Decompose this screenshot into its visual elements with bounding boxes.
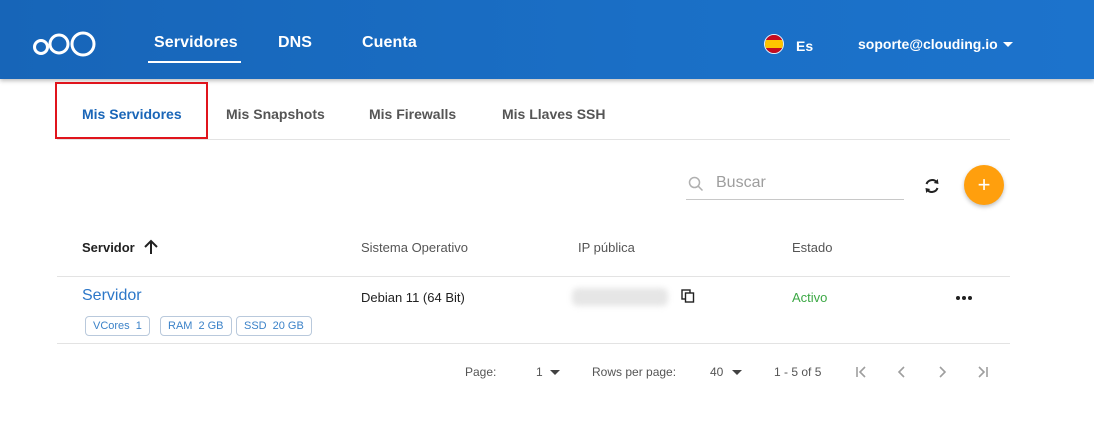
tab-mis-llaves-ssh[interactable]: Mis Llaves SSH — [502, 106, 606, 122]
column-header-ip-publica[interactable]: IP pública — [578, 240, 635, 255]
more-horizontal-icon[interactable] — [955, 295, 973, 301]
add-server-button[interactable]: + — [964, 165, 1004, 205]
search-input[interactable] — [716, 168, 901, 198]
page-label: Page: — [465, 365, 497, 379]
rows-per-page-select[interactable]: 40 — [710, 365, 723, 379]
account-menu[interactable]: soporte@clouding.io — [858, 36, 998, 52]
tabs-divider — [57, 139, 1010, 140]
column-header-servidor[interactable]: Servidor — [82, 240, 135, 255]
refresh-icon[interactable] — [922, 176, 942, 196]
ip-address-redacted — [572, 288, 668, 306]
rows-per-page-label: Rows per page: — [592, 365, 677, 379]
nav-cuenta[interactable]: Cuenta — [362, 34, 417, 52]
column-header-estado[interactable]: Estado — [792, 240, 832, 255]
rows-per-page-caret-icon[interactable] — [732, 370, 742, 375]
copy-icon[interactable] — [681, 289, 695, 303]
logo-icon[interactable] — [33, 28, 99, 60]
last-page-icon[interactable] — [973, 363, 991, 381]
top-app-bar: Servidores DNS Cuenta Es soporte@cloudin… — [0, 0, 1094, 79]
spec-chip-vcores: VCores 1 — [85, 316, 150, 336]
arrow-up-icon[interactable] — [142, 238, 160, 256]
status-badge: Activo — [792, 290, 828, 305]
spec-chip-ram: RAM 2 GB — [160, 316, 232, 336]
tab-highlight-box — [55, 82, 208, 139]
plus-icon: + — [977, 172, 991, 197]
prev-page-icon[interactable] — [893, 363, 911, 381]
spain-flag-icon[interactable] — [764, 34, 784, 54]
server-name-link[interactable]: Servidor — [82, 287, 142, 305]
first-page-icon[interactable] — [853, 363, 871, 381]
nav-dns[interactable]: DNS — [278, 34, 312, 52]
page-select[interactable]: 1 — [536, 365, 543, 379]
spec-chip-ssd: SSD 20 GB — [236, 316, 312, 336]
search-icon — [688, 176, 704, 192]
pagination-range: 1 - 5 of 5 — [774, 365, 822, 379]
tab-mis-snapshots[interactable]: Mis Snapshots — [226, 106, 325, 122]
language-selector[interactable]: Es — [796, 38, 813, 54]
nav-servidores[interactable]: Servidores — [154, 34, 238, 52]
os-cell: Debian 11 (64 Bit) — [361, 290, 465, 305]
nav-active-indicator — [148, 61, 241, 63]
page-select-caret-icon[interactable] — [550, 370, 560, 375]
column-header-sistema-operativo[interactable]: Sistema Operativo — [361, 240, 468, 255]
search-box — [686, 168, 904, 200]
chevron-down-icon[interactable] — [1003, 42, 1013, 47]
table-divider — [57, 276, 1010, 277]
table-divider — [57, 343, 1010, 344]
tab-mis-firewalls[interactable]: Mis Firewalls — [369, 106, 456, 122]
next-page-icon[interactable] — [933, 363, 951, 381]
